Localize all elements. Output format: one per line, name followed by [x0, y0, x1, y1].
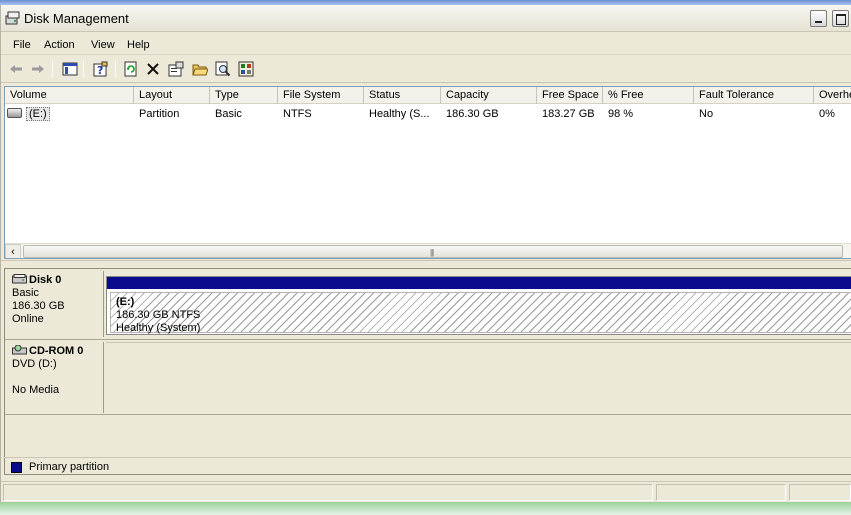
scrollbar-thumb[interactable]: ||| — [23, 245, 843, 258]
refresh-icon[interactable] — [122, 60, 140, 78]
cdrom-media: No Media — [12, 384, 60, 396]
status-cell-2 — [656, 484, 786, 501]
column-header-pct-free[interactable]: % Free — [603, 87, 694, 104]
cell-fault-tolerance: No — [699, 108, 714, 120]
legend: Primary partition — [4, 457, 851, 477]
row-divider — [5, 414, 851, 415]
cell-overhead: 0% — [819, 108, 835, 120]
disk-management-window: Disk Management File Action View Help ? — [0, 5, 851, 502]
horizontal-scrollbar[interactable]: ‹ ||| — [5, 243, 851, 258]
open-folder-icon[interactable] — [191, 60, 209, 78]
minimize-button[interactable] — [810, 10, 827, 27]
partition-status: Healthy (System) — [116, 322, 201, 334]
volume-list-header: Volume Layout Type File System Status Ca… — [5, 87, 851, 104]
cell-volume: (E:) — [26, 107, 50, 121]
show-hide-console-tree-icon[interactable] — [61, 60, 79, 78]
menu-view[interactable]: View — [91, 39, 115, 51]
partition-body[interactable]: (E:) 186.30 GB NTFS Healthy (System) — [110, 292, 851, 334]
table-row[interactable]: (E:) Partition Basic NTFS Healthy (S... … — [5, 106, 851, 122]
menu-bar: File Action View Help — [1, 33, 851, 55]
disk-0-label[interactable]: Disk 0 Basic 186.30 GB Online — [6, 271, 104, 337]
partition-name: (E:) — [116, 296, 135, 308]
properties-icon[interactable] — [167, 60, 185, 78]
toolbar-separator — [115, 61, 116, 77]
disk-state: Online — [12, 313, 44, 325]
scroll-left-button[interactable]: ‹ — [5, 244, 21, 258]
column-header-type[interactable]: Type — [210, 87, 278, 104]
hard-disk-icon — [12, 274, 27, 284]
status-cell-3 — [789, 484, 851, 501]
column-header-volume[interactable]: Volume — [5, 87, 134, 104]
toolbar-separator — [52, 61, 53, 77]
disk-graphical-view: Disk 0 Basic 186.30 GB Online (E:) 186.3… — [4, 268, 851, 475]
column-header-overhead[interactable]: Overhead — [814, 87, 851, 104]
column-header-capacity[interactable]: Capacity — [441, 87, 537, 104]
rescan-disks-icon[interactable] — [237, 60, 255, 78]
drive-icon — [7, 108, 22, 118]
volume-list[interactable]: Volume Layout Type File System Status Ca… — [4, 86, 851, 259]
cell-status: Healthy (S... — [369, 108, 430, 120]
disk-name: Disk 0 — [29, 274, 62, 286]
back-arrow-icon[interactable] — [7, 60, 25, 78]
forward-arrow-icon[interactable] — [29, 60, 47, 78]
window-title: Disk Management — [24, 11, 129, 26]
explore-icon[interactable] — [214, 60, 232, 78]
maximize-button[interactable] — [832, 10, 849, 27]
column-header-fault-tolerance[interactable]: Fault Tolerance — [694, 87, 814, 104]
column-header-status[interactable]: Status — [364, 87, 441, 104]
desktop-bottom-strip — [0, 502, 851, 515]
cell-pct-free: 98 % — [608, 108, 634, 120]
primary-partition-swatch — [11, 462, 22, 473]
title-bar[interactable]: Disk Management — [1, 5, 851, 32]
status-cell-main — [3, 484, 653, 501]
column-header-file-system[interactable]: File System — [278, 87, 364, 104]
partition-detail: 186.30 GB NTFS — [116, 309, 201, 321]
primary-partition-bar — [107, 277, 851, 289]
toolbar: ? — [1, 56, 851, 83]
cell-free-space: 183.27 GB — [542, 108, 595, 120]
cdrom-name: CD-ROM 0 — [29, 345, 84, 357]
column-header-free-space[interactable]: Free Space — [537, 87, 603, 104]
menu-help[interactable]: Help — [127, 39, 150, 51]
menu-file[interactable]: File — [13, 39, 31, 51]
cell-layout: Partition — [139, 108, 180, 120]
cdrom-icon — [12, 345, 27, 355]
row-divider — [5, 339, 851, 340]
cdrom-0-label[interactable]: CD-ROM 0 DVD (D:) No Media — [6, 342, 104, 413]
disk-management-icon — [5, 11, 20, 25]
cell-type: Basic — [215, 108, 242, 120]
disk-size: 186.30 GB — [12, 300, 65, 312]
disk-type: Basic — [12, 287, 39, 299]
cell-capacity: 186.30 GB — [446, 108, 499, 120]
delete-icon[interactable] — [144, 60, 162, 78]
column-header-layout[interactable]: Layout — [134, 87, 210, 104]
partition-e[interactable]: (E:) 186.30 GB NTFS Healthy (System) — [106, 276, 851, 335]
help-icon[interactable]: ? — [92, 60, 110, 78]
menu-action[interactable]: Action — [44, 39, 75, 51]
cell-file-system: NTFS — [283, 108, 312, 120]
toolbar-separator — [83, 61, 84, 77]
status-bar — [1, 481, 851, 502]
cdrom-type: DVD (D:) — [12, 358, 57, 370]
legend-label: Primary partition — [29, 461, 110, 473]
pane-splitter[interactable] — [1, 260, 851, 268]
cdrom-area[interactable] — [106, 342, 851, 413]
scrollbar-grip-icon: ||| — [430, 248, 434, 257]
